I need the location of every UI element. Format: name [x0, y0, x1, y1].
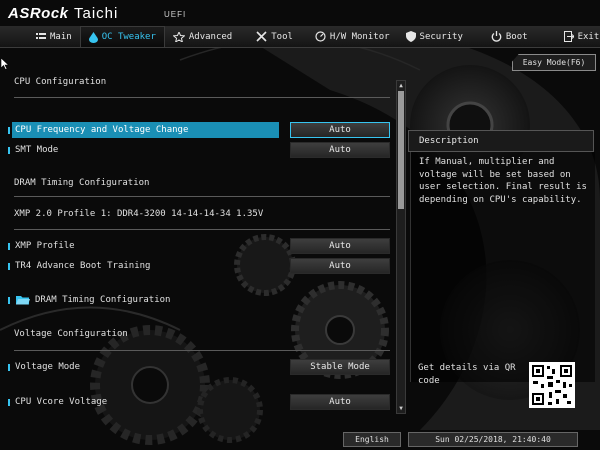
wrench-icon: [256, 31, 267, 42]
tab-advanced[interactable]: Advanced: [165, 26, 240, 47]
section-divider: [14, 350, 390, 351]
xmp-profile-row[interactable]: XMP Profile Auto: [0, 238, 392, 255]
easy-mode-button[interactable]: Easy Mode(F6): [512, 54, 596, 71]
brand-logo: ASRock: [8, 5, 69, 22]
power-icon: [491, 31, 502, 42]
firmware-label: UEFI: [164, 10, 187, 19]
folder-icon: [16, 296, 30, 305]
section-divider: [14, 229, 390, 230]
settings-scrollbar[interactable]: ▲ ▼: [396, 80, 406, 414]
dram-timing-folder-row[interactable]: DRAM Timing Configuration: [0, 292, 392, 309]
language-button[interactable]: English: [343, 432, 401, 447]
xmp-profile-value[interactable]: Auto: [290, 238, 390, 254]
tab-advanced-label: Advanced: [188, 31, 233, 42]
tab-security-label: Security: [419, 31, 463, 42]
shield-icon: [405, 31, 416, 42]
drop-icon: [88, 31, 98, 43]
smt-mode-value[interactable]: Auto: [290, 142, 390, 158]
tab-main-label: Main: [50, 31, 72, 42]
settings-panel: CPU Configuration CPU Frequency and Volt…: [0, 70, 396, 415]
tab-tool[interactable]: Tool: [248, 26, 301, 47]
main-navigation: Main OC Tweaker Advanced Tool H/W Monito…: [0, 26, 600, 48]
tab-exit[interactable]: Exit: [556, 26, 600, 47]
scroll-thumb[interactable]: [398, 91, 404, 209]
qr-code-image: [529, 362, 575, 408]
tab-hw-monitor-label: H/W Monitor: [329, 31, 390, 42]
board-model: Taichi: [74, 5, 119, 22]
item-marker: [8, 364, 10, 371]
cpu-frequency-row[interactable]: CPU Frequency and Voltage Change Auto: [0, 122, 392, 139]
tab-boot[interactable]: Boot: [483, 26, 536, 47]
xmp-profile-label: XMP Profile: [15, 241, 75, 251]
monitor-icon: [315, 31, 326, 42]
item-marker: [8, 243, 10, 250]
tab-exit-label: Exit: [577, 31, 600, 42]
tab-security[interactable]: Security: [398, 26, 471, 47]
cpu-vcore-label: CPU Vcore Voltage: [15, 397, 108, 407]
tr4-training-row[interactable]: TR4 Advance Boot Training Auto: [0, 258, 392, 275]
tab-main[interactable]: Main: [28, 26, 80, 47]
cpu-config-title: CPU Configuration: [14, 77, 107, 87]
tab-boot-label: Boot: [505, 31, 528, 42]
description-body: If Manual, multiplier and voltage will b…: [410, 152, 595, 382]
scroll-up-arrow-icon[interactable]: ▲: [397, 81, 405, 90]
status-footer: English Sun 02/25/2018, 21:40:40: [0, 430, 600, 450]
section-divider: [14, 97, 390, 98]
dram-timing-title: DRAM Timing Configuration: [14, 178, 150, 188]
description-text: If Manual, multiplier and voltage will b…: [419, 157, 587, 205]
smt-mode-row[interactable]: SMT Mode Auto: [0, 142, 392, 159]
item-marker: [8, 263, 10, 270]
mouse-cursor-icon: [1, 58, 9, 70]
cpu-frequency-label: CPU Frequency and Voltage Change: [15, 125, 189, 135]
voltage-mode-row[interactable]: Voltage Mode Stable Mode: [0, 359, 392, 376]
item-marker: [8, 147, 10, 154]
star-icon: [172, 31, 185, 42]
cpu-frequency-value[interactable]: Auto: [290, 122, 390, 138]
item-marker: [8, 399, 10, 406]
xmp-info-text: XMP 2.0 Profile 1: DDR4-3200 14-14-14-34…: [14, 209, 264, 219]
smt-mode-label: SMT Mode: [15, 145, 59, 155]
tr4-training-label: TR4 Advance Boot Training: [15, 261, 151, 271]
tab-tool-label: Tool: [271, 31, 293, 42]
description-title: Description: [408, 130, 594, 152]
scroll-down-arrow-icon[interactable]: ▼: [397, 404, 405, 413]
item-marker: [8, 297, 10, 304]
exit-icon: [563, 31, 574, 42]
section-divider: [14, 196, 390, 197]
voltage-config-title: Voltage Configuration: [14, 329, 128, 339]
dram-timing-folder-label: DRAM Timing Configuration: [35, 295, 171, 305]
system-datetime: Sun 02/25/2018, 21:40:40: [408, 432, 578, 447]
list-icon: [36, 33, 46, 39]
cpu-vcore-value[interactable]: Auto: [290, 394, 390, 410]
tab-oc-tweaker[interactable]: OC Tweaker: [79, 26, 165, 47]
item-marker: [8, 127, 10, 134]
voltage-mode-label: Voltage Mode: [15, 362, 81, 372]
tab-oc-tweaker-label: OC Tweaker: [101, 32, 156, 42]
tab-hw-monitor[interactable]: H/W Monitor: [307, 26, 398, 47]
top-header: ASRock Taichi UEFI: [0, 0, 600, 26]
qr-code-caption: Get details via QR code: [418, 363, 516, 386]
voltage-mode-value[interactable]: Stable Mode: [290, 359, 390, 375]
cpu-vcore-row[interactable]: CPU Vcore Voltage Auto: [0, 394, 392, 411]
tr4-training-value[interactable]: Auto: [290, 258, 390, 274]
